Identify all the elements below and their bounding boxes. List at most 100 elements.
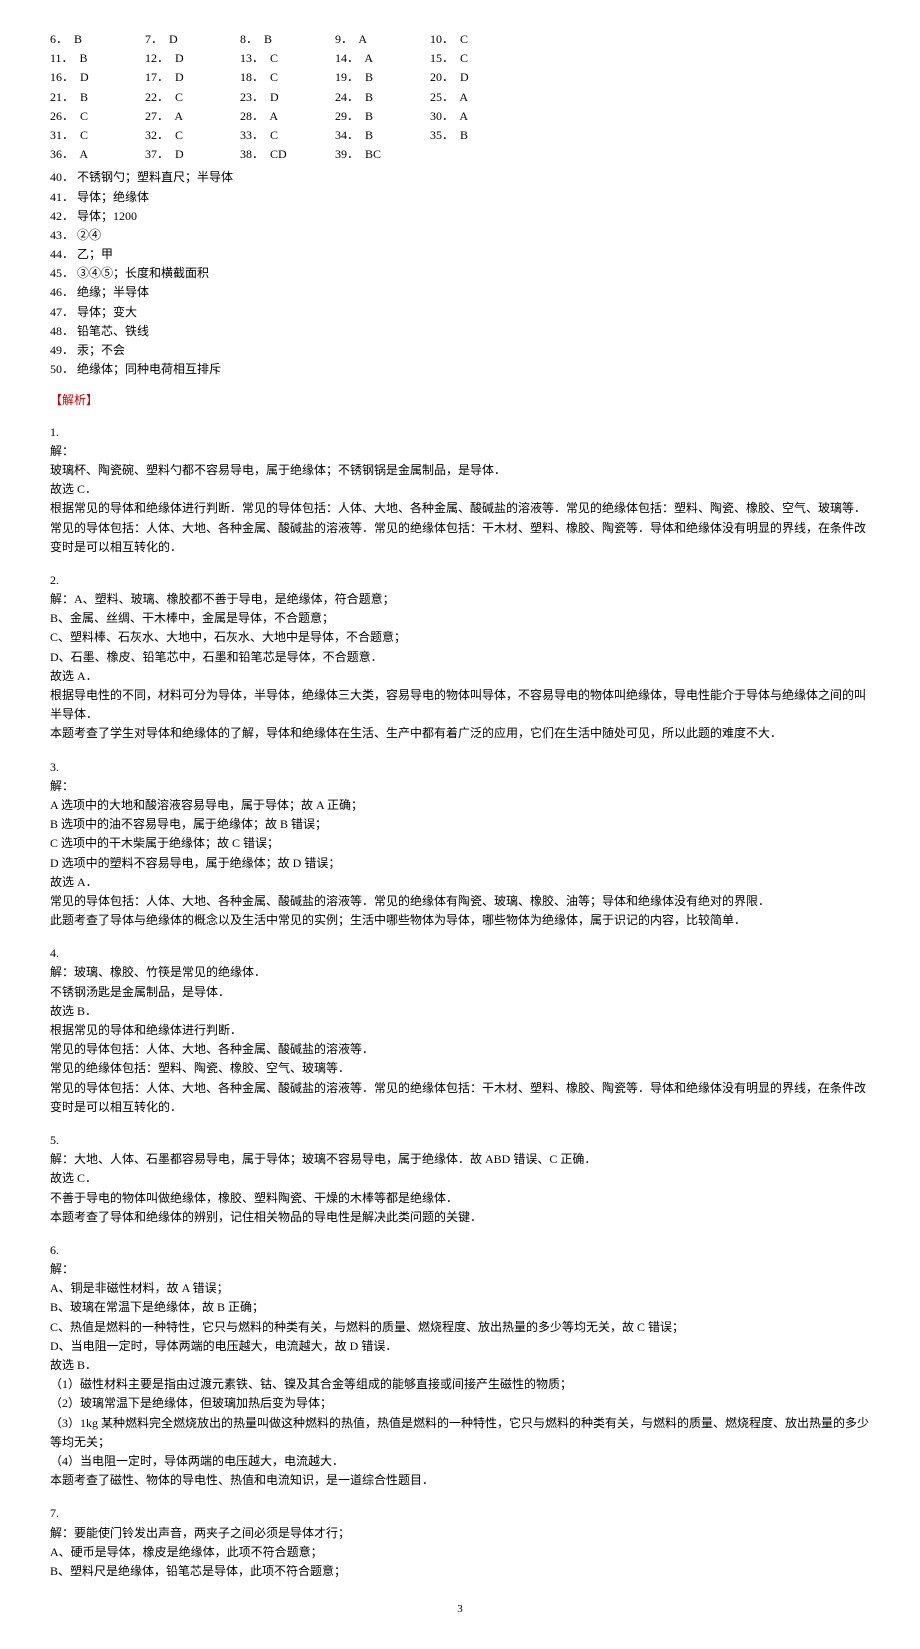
section-title: 【解析】 — [50, 391, 870, 410]
explanation-line: C、塑料棒、石灰水、大地中，石灰水、大地中是导体，不合题意； — [50, 628, 870, 647]
explanation-line: （2）玻璃常温下是绝缘体，但玻璃加热后变为导体； — [50, 1394, 870, 1413]
explanation-line: 常见的绝缘体包括：塑料、陶瓷、橡胶、空气、玻璃等． — [50, 1059, 870, 1078]
answer-item: 17． D — [145, 68, 240, 87]
fill-answer-line: 47． 导体；变大 — [50, 303, 870, 322]
explanation-line: 常见的导体包括：人体、大地、各种金属、酸碱盐的溶液等．常见的绝缘体包括：干木材、… — [50, 519, 870, 557]
answer-item: 22． C — [145, 88, 240, 107]
explanation-line: 解： — [50, 1260, 870, 1279]
answer-row: 36． A37． D38． CD39． BC — [50, 145, 870, 164]
explanation-line: D 选项中的塑料不容易导电，属于绝缘体；故 D 错误； — [50, 854, 870, 873]
answer-item: 34． B — [335, 126, 430, 145]
explanation-line: 故选 C． — [50, 480, 870, 499]
answer-grid: 6． B7． D8． B9． A10． C11． B12． D13． C14． … — [50, 30, 870, 164]
explanation-line: 本题考查了磁性、物体的导电性、热值和电流知识，是一道综合性题目． — [50, 1471, 870, 1490]
answer-item: 27． A — [145, 107, 240, 126]
explanation-number: 6. — [50, 1241, 870, 1260]
explanation-line: 不锈钢汤匙是金属制品，是导体． — [50, 983, 870, 1002]
explanation-line: A 选项中的大地和酸溶液容易导电，属于导体；故 A 正确； — [50, 796, 870, 815]
answer-item: 25． A — [430, 88, 525, 107]
explanation-line: B 选项中的油不容易导电，属于绝缘体；故 B 错误； — [50, 815, 870, 834]
answer-row: 31． C32． C33． C34． B35． B — [50, 126, 870, 145]
answer-item: 18． C — [240, 68, 335, 87]
page-number: 3 — [50, 1601, 870, 1619]
explanation-line: C、热值是燃料的一种特性，它只与燃料的种类有关，与燃料的质量、燃烧程度、放出热量… — [50, 1318, 870, 1337]
explanation-line: 解： — [50, 777, 870, 796]
explanation-block: 4.解：玻璃、橡胶、竹筷是常见的绝缘体．不锈钢汤匙是金属制品，是导体．故选 B．… — [50, 944, 870, 1117]
explanation-number: 7. — [50, 1504, 870, 1523]
explanation-line: A、铜是非磁性材料，故 A 错误； — [50, 1279, 870, 1298]
explanation-block: 1.解：玻璃杯、陶瓷碗、塑料勺都不容易导电，属于绝缘体；不锈钢锅是金属制品，是导… — [50, 423, 870, 557]
explanation-block: 6.解：A、铜是非磁性材料，故 A 错误；B、玻璃在常温下是绝缘体，故 B 正确… — [50, 1241, 870, 1490]
answer-item: 7． D — [145, 30, 240, 49]
answer-item: 26． C — [50, 107, 145, 126]
explanation-number: 4. — [50, 944, 870, 963]
explanation-line: A、硬币是导体，橡皮是绝缘体，此项不符合题意； — [50, 1543, 870, 1562]
explanation-line: D、当电阻一定时，导体两端的电压越大，电流越大，故 D 错误． — [50, 1337, 870, 1356]
explanation-line: D、石墨、橡皮、铅笔芯中，石墨和铅笔芯是导体，不合题意． — [50, 648, 870, 667]
explanation-line: 解：大地、人体、石墨都容易导电，属于导体；玻璃不容易导电，属于绝缘体．故 ABD… — [50, 1150, 870, 1169]
explanation-line: 解： — [50, 442, 870, 461]
explanation-line: 解：玻璃、橡胶、竹筷是常见的绝缘体． — [50, 963, 870, 982]
explanation-line: C 选项中的干木柴属于绝缘体；故 C 错误； — [50, 834, 870, 853]
explanation-line: （3）1kg 某种燃料完全燃烧放出的热量叫做这种燃料的热值，热值是燃料的一种特性… — [50, 1414, 870, 1452]
explanation-number: 3. — [50, 758, 870, 777]
explanation-line: 根据常见的导体和绝缘体进行判断． — [50, 1021, 870, 1040]
answer-item: 20． D — [430, 68, 525, 87]
answer-item: 9． A — [335, 30, 430, 49]
answer-item: 32． C — [145, 126, 240, 145]
explanation-line: 常见的导体包括：人体、大地、各种金属、酸碱盐的溶液等．常见的绝缘体包括：干木材、… — [50, 1079, 870, 1117]
fill-answer-line: 48． 铅笔芯、铁线 — [50, 322, 870, 341]
fill-answer-line: 43． ②④ — [50, 226, 870, 245]
explanation-block: 3.解：A 选项中的大地和酸溶液容易导电，属于导体；故 A 正确；B 选项中的油… — [50, 758, 870, 931]
answer-item: 10． C — [430, 30, 525, 49]
answer-item: 31． C — [50, 126, 145, 145]
explanation-line: 根据导电性的不同，材料可分为导体，半导体，绝缘体三大类，容易导电的物体叫导体，不… — [50, 686, 870, 724]
explanation-line: 故选 B． — [50, 1356, 870, 1375]
answer-item: 12． D — [145, 49, 240, 68]
explanation-block: 5.解：大地、人体、石墨都容易导电，属于导体；玻璃不容易导电，属于绝缘体．故 A… — [50, 1131, 870, 1227]
explanation-block: 2.解：A、塑料、玻璃、橡胶都不善于导电，是绝缘体，符合题意；B、金属、丝绸、干… — [50, 571, 870, 744]
explanation-line: 故选 B． — [50, 1002, 870, 1021]
fill-answer-line: 44． 乙；甲 — [50, 245, 870, 264]
explanation-line: 根据常见的导体和绝缘体进行判断．常见的导体包括：人体、大地、各种金属、酸碱盐的溶… — [50, 499, 870, 518]
explanation-number: 1. — [50, 423, 870, 442]
explanation-line: B、金属、丝绸、干木棒中，金属是导体，不合题意； — [50, 609, 870, 628]
explanation-line: 故选 C． — [50, 1169, 870, 1188]
explanation-line: 故选 A． — [50, 873, 870, 892]
answer-item: 29． B — [335, 107, 430, 126]
answer-item: 16． D — [50, 68, 145, 87]
explanations-container: 1.解：玻璃杯、陶瓷碗、塑料勺都不容易导电，属于绝缘体；不锈钢锅是金属制品，是导… — [50, 423, 870, 1582]
explanation-line: B、塑料尺是绝缘体，铅笔芯是导体，此项不符合题意； — [50, 1562, 870, 1581]
answer-item: 21． B — [50, 88, 145, 107]
answer-item: 39． BC — [335, 145, 430, 164]
answer-item: 19． B — [335, 68, 430, 87]
fill-answer-line: 40． 不锈钢勺；塑料直尺；半导体 — [50, 168, 870, 187]
explanation-block: 7.解：要能使门铃发出声音，两夹子之间必须是导体才行；A、硬币是导体，橡皮是绝缘… — [50, 1504, 870, 1581]
explanation-line: 本题考查了学生对导体和绝缘体的了解，导体和绝缘体在生活、生产中都有着广泛的应用，… — [50, 724, 870, 743]
answer-item: 14． A — [335, 49, 430, 68]
answer-item: 13． C — [240, 49, 335, 68]
answer-item: 38． CD — [240, 145, 335, 164]
explanation-line: 不善于导电的物体叫做绝缘体，橡胶、塑料陶瓷、干燥的木棒等都是绝缘体． — [50, 1189, 870, 1208]
answer-item: 37． D — [145, 145, 240, 164]
explanation-number: 5. — [50, 1131, 870, 1150]
answer-item: 30． A — [430, 107, 525, 126]
answer-item: 11． B — [50, 49, 145, 68]
explanation-line: 玻璃杯、陶瓷碗、塑料勺都不容易导电，属于绝缘体；不锈钢锅是金属制品，是导体． — [50, 461, 870, 480]
answer-item: 28． A — [240, 107, 335, 126]
answer-item: 8． B — [240, 30, 335, 49]
answer-row: 6． B7． D8． B9． A10． C — [50, 30, 870, 49]
answer-item: 23． D — [240, 88, 335, 107]
fill-answer-line: 46． 绝缘；半导体 — [50, 283, 870, 302]
answer-item: 15． C — [430, 49, 525, 68]
fill-answer-list: 40． 不锈钢勺；塑料直尺；半导体41． 导体；绝缘体42． 导体；120043… — [50, 168, 870, 379]
fill-answer-line: 42． 导体；1200 — [50, 207, 870, 226]
answer-item: 35． B — [430, 126, 525, 145]
explanation-line: 解：A、塑料、玻璃、橡胶都不善于导电，是绝缘体，符合题意； — [50, 590, 870, 609]
answer-item: 33． C — [240, 126, 335, 145]
explanation-line: 常见的导体包括：人体、大地、各种金属、酸碱盐的溶液等． — [50, 1040, 870, 1059]
explanation-line: 本题考查了导体和绝缘体的辨别，记住相关物品的导电性是解决此类问题的关键． — [50, 1208, 870, 1227]
explanation-line: B、玻璃在常温下是绝缘体，故 B 正确； — [50, 1298, 870, 1317]
answer-row: 11． B12． D13． C14． A15． C — [50, 49, 870, 68]
fill-answer-line: 41． 导体；绝缘体 — [50, 188, 870, 207]
